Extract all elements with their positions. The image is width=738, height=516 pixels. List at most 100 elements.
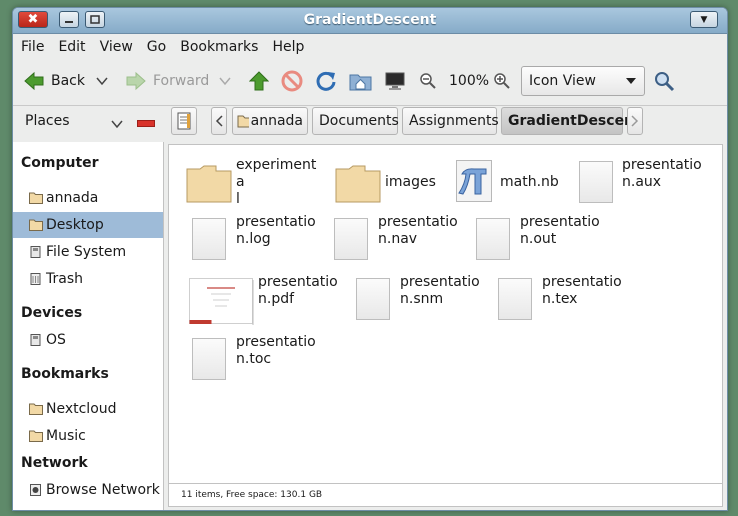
up-button[interactable] [249,59,269,103]
view-mode-value: Icon View [529,73,596,89]
dropdown-arrow-icon [626,78,636,84]
file-icon-view[interactable]: experimenta l images math.nb presentatio n… [168,144,723,484]
menu-help[interactable]: Help [272,39,304,55]
trash-icon [30,273,41,285]
reload-icon [316,71,336,91]
sidebar-item-os[interactable]: OS [13,327,163,353]
sidebar-item-nextcloud[interactable]: Nextcloud [13,396,163,422]
zoom-in-button[interactable] [493,59,511,103]
window-title: GradientDescent [303,12,437,28]
chevron-down-icon [219,77,231,86]
path-scroll-left-button[interactable] [211,107,227,135]
search-icon [655,72,675,92]
file-manager-window: ✖ GradientDescent ▼ File Edit View Go Bo… [12,7,728,511]
file-name: math.nb [500,174,559,190]
file-name: presentatio [400,274,480,290]
menu-bookmarks[interactable]: Bookmarks [180,39,258,55]
zoom-in-icon [494,73,510,89]
toggle-location-entry-button[interactable] [171,107,197,135]
file-name: presentatio [378,214,458,230]
pdf-thumbnail-icon [189,278,254,325]
forward-label: Forward [153,73,210,89]
mathematica-notebook-icon [456,160,492,202]
document-icon [476,218,510,260]
close-side-pane-button[interactable] [137,120,155,127]
places-sidebar: Computer annada Desktop File System Tras… [13,142,164,510]
folder-icon [29,192,43,204]
menu-edit[interactable]: Edit [58,39,85,55]
file-name: presentatio [622,157,702,173]
chevron-down-icon [96,77,108,86]
sidebar-item-file-system[interactable]: File System [13,239,163,265]
computer-button[interactable] [384,59,406,103]
chevron-down-icon[interactable] [111,119,123,129]
stop-icon [281,70,303,92]
back-arrow-icon [24,71,44,91]
menu-go[interactable]: Go [147,39,166,55]
menu-view[interactable]: View [100,39,133,55]
title-bar[interactable]: ✖ GradientDescent ▼ [13,8,727,34]
file-name: n.tex [542,291,578,307]
document-icon [498,278,532,320]
document-icon [192,218,226,260]
sidebar-item-annada[interactable]: annada [13,185,163,211]
folder-icon [29,430,43,442]
chevron-left-icon [215,115,223,127]
breadcrumb-documents[interactable]: Documents [312,107,399,135]
zoom-out-icon [420,73,436,89]
folder-icon [335,165,381,203]
sidebar-heading-devices: Devices [21,305,83,321]
breadcrumb-annada[interactable]: annada [232,107,308,135]
file-name: n.aux [622,174,662,190]
home-folder-icon [349,74,372,91]
back-button[interactable]: Back [23,59,85,103]
status-text: 11 items, Free space: 130.1 GB [181,490,323,500]
file-name: n.snm [400,291,444,307]
file-name: presentatio [236,214,316,230]
file-name: l [236,191,240,207]
back-label: Back [51,73,85,89]
window-menu-button[interactable]: ▼ [690,11,718,28]
view-mode-select[interactable]: Icon View [521,66,645,96]
zoom-level[interactable]: 100% [449,59,489,103]
file-name: presentatio [542,274,622,290]
file-name: presentatio [258,274,338,290]
file-name: n.out [520,231,557,247]
folder-icon [29,403,43,415]
network-icon [30,484,41,496]
sidebar-item-desktop[interactable]: Desktop [13,212,163,238]
sidebar-item-trash[interactable]: Trash [13,266,163,292]
status-bar: 11 items, Free space: 130.1 GB [168,483,723,507]
file-name: experimenta [236,157,317,190]
search-button[interactable] [653,59,675,103]
sidebar-item-music[interactable]: Music [13,423,163,449]
file-name: n.pdf [258,291,295,307]
document-icon [192,338,226,380]
edit-location-icon [177,112,191,130]
document-icon [579,161,613,203]
folder-icon [29,219,43,231]
reload-button[interactable] [315,59,337,103]
breadcrumb-assignments[interactable]: Assignments [402,107,499,135]
stop-button[interactable] [281,59,303,103]
menu-bar: File Edit View Go Bookmarks Help [13,34,727,59]
sidebar-heading-bookmarks: Bookmarks [21,366,109,382]
side-pane-select-label[interactable]: Places [25,113,70,129]
document-icon [356,278,390,320]
zoom-out-button[interactable] [419,59,437,103]
forward-history-button[interactable] [219,59,231,103]
sidebar-item-browse-network[interactable]: Browse Network [13,477,163,503]
drive-icon [30,334,41,346]
menu-file[interactable]: File [21,39,44,55]
forward-button[interactable]: Forward [125,59,209,103]
home-button[interactable] [349,59,373,103]
back-history-button[interactable] [96,59,108,103]
path-scroll-right-button[interactable] [627,107,643,135]
drive-icon [30,246,41,258]
breadcrumb-gradientdescent[interactable]: GradientDescent [501,107,641,135]
file-name: n.log [236,231,271,247]
folder-icon [237,115,249,128]
toolbar: Back Forward 100% Icon View [13,59,727,105]
file-name: presentatio [236,334,316,350]
folder-icon [186,165,232,203]
